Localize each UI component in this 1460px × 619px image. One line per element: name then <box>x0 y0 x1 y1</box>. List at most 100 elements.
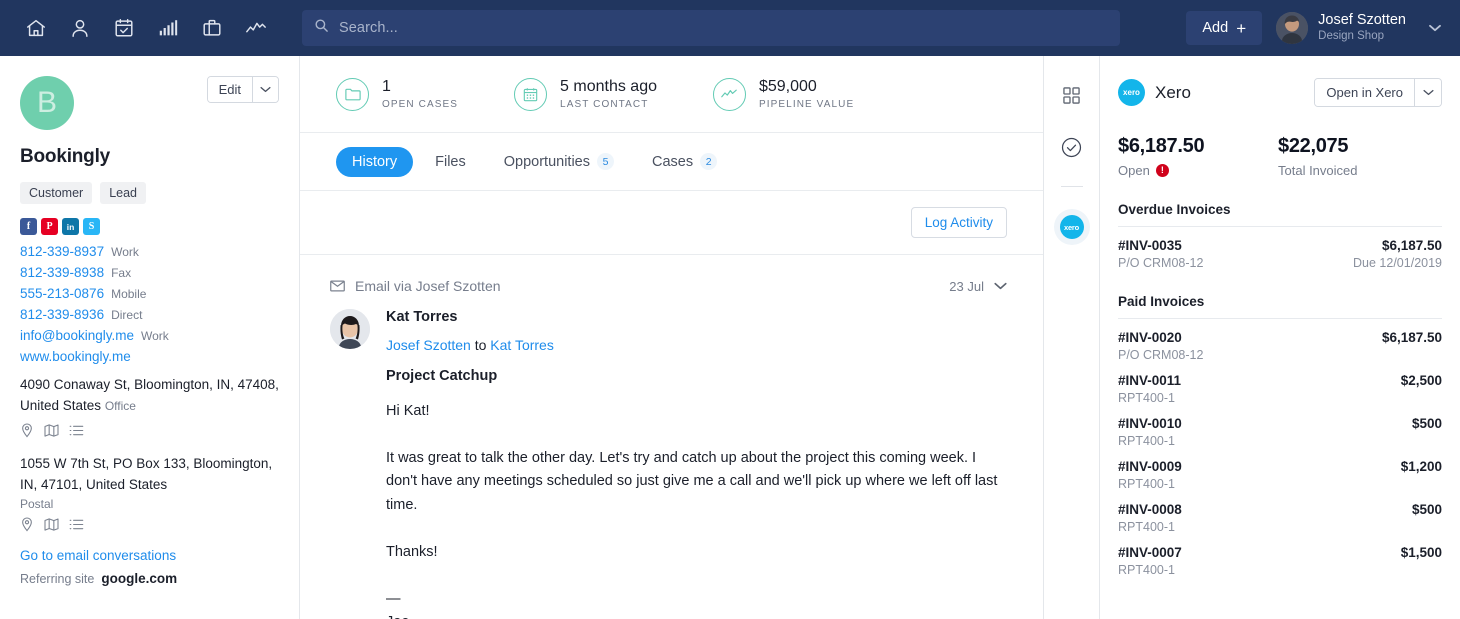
search-input[interactable]: Search... <box>302 10 1120 46</box>
list-item[interactable]: #INV-0011 RPT400-1 $2,500 <box>1118 362 1442 405</box>
invoice-left: #INV-0009 RPT400-1 <box>1118 459 1182 491</box>
calendar-check-icon[interactable] <box>102 6 146 50</box>
contact-row-mobile: 555-213-0876 Mobile <box>20 283 279 304</box>
skype-icon[interactable]: S <box>83 218 100 235</box>
tab-history[interactable]: History <box>336 146 414 177</box>
kpi-open-value: $6,187.50 <box>1118 135 1205 157</box>
activity-chevron-down-icon[interactable] <box>994 277 1007 295</box>
open-in-xero-group: Open in Xero <box>1314 78 1442 107</box>
add-button[interactable]: Add + <box>1186 11 1263 45</box>
invoice-left: #INV-0020 P/O CRM08-12 <box>1118 330 1203 362</box>
invoice-id: #INV-0011 <box>1118 373 1182 388</box>
linkedin-icon[interactable]: in <box>62 218 79 235</box>
tab-history-label: History <box>352 153 398 170</box>
list-icon[interactable] <box>69 424 84 437</box>
search-icon <box>314 18 329 38</box>
home-icon[interactable] <box>14 6 58 50</box>
list-item[interactable]: #INV-0035 P/O CRM08-12 $6,187.50 Due 12/… <box>1118 227 1442 270</box>
contact-methods: 812-339-8937 Work 812-339-8938 Fax 555-2… <box>20 241 279 367</box>
invoice-id: #INV-0007 <box>1118 545 1182 560</box>
contact-row-email: info@bookingly.me Work <box>20 325 279 346</box>
tag-lead[interactable]: Lead <box>100 182 146 204</box>
phone-work-label: Work <box>111 245 139 259</box>
activity-toolbar: Log Activity <box>300 191 1043 255</box>
list-item[interactable]: #INV-0009 RPT400-1 $1,200 <box>1118 448 1442 491</box>
list-item[interactable]: #INV-0020 P/O CRM08-12 $6,187.50 <box>1118 319 1442 362</box>
invoice-amount: $6,187.50 <box>1381 330 1442 345</box>
email-route-separator: to <box>474 337 487 353</box>
email-route: Josef Szotten to Kat Torres <box>386 337 1007 353</box>
calendar-icon <box>514 77 548 111</box>
trend-line-icon <box>712 77 746 111</box>
map-pin-icon[interactable] <box>20 423 34 438</box>
stat-pipeline-value-value: $59,000 <box>758 77 817 95</box>
edit-chevron-down-icon[interactable] <box>252 77 278 102</box>
tab-opportunities-label: Opportunities <box>503 153 590 170</box>
phone-work-value[interactable]: 812-339-8937 <box>20 244 104 259</box>
list-item[interactable]: #INV-0007 RPT400-1 $1,500 <box>1118 534 1442 577</box>
invoice-amount: $2,500 <box>1400 373 1442 388</box>
go-to-email-conversations-link[interactable]: Go to email conversations <box>20 548 279 563</box>
phone-fax-value[interactable]: 812-339-8938 <box>20 265 104 280</box>
crm-app: Search... Add + Josef Szotten Design Sho… <box>0 0 1460 619</box>
user-menu-chevron-down-icon[interactable] <box>1424 24 1446 32</box>
paid-invoices-title: Paid Invoices <box>1118 294 1205 309</box>
facebook-icon[interactable]: f <box>20 218 37 235</box>
add-button-label: Add <box>1202 20 1229 36</box>
email-message-body: Hi Kat! It was great to talk the other d… <box>386 403 998 619</box>
activity-header-right: 23 Jul <box>949 277 1007 295</box>
phone-mobile-value[interactable]: 555-213-0876 <box>20 286 104 301</box>
map-book-icon[interactable] <box>44 517 59 532</box>
envelope-icon <box>330 280 345 292</box>
address-postal-line: 1055 W 7th St, PO Box 133, Bloomington, … <box>20 455 273 492</box>
activity-line-icon[interactable] <box>234 6 278 50</box>
rail-divider <box>1060 186 1083 187</box>
log-activity-button[interactable]: Log Activity <box>910 207 1007 238</box>
list-item[interactable]: #INV-0010 RPT400-1 $500 <box>1118 405 1442 448</box>
briefcase-icon[interactable] <box>190 6 234 50</box>
email-sender-name: Kat Torres <box>386 309 458 325</box>
tag-customer[interactable]: Customer <box>20 182 93 204</box>
tab-opportunities[interactable]: Opportunities 5 <box>488 146 630 177</box>
invoice-reference: RPT400-1 <box>1118 563 1175 577</box>
topbar-right-cluster: Add + Josef Szotten Design Shop <box>1186 11 1446 45</box>
list-item[interactable]: #INV-0008 RPT400-1 $500 <box>1118 491 1442 534</box>
open-in-xero-button[interactable]: Open in Xero <box>1315 79 1414 106</box>
list-icon[interactable] <box>69 518 84 531</box>
email-route-to[interactable]: Kat Torres <box>490 337 554 353</box>
website-value[interactable]: www.bookingly.me <box>20 349 131 364</box>
address-office-line: 4090 Conaway St, Bloomington, IN, 47408,… <box>20 377 279 413</box>
email-label: Work <box>141 329 169 343</box>
contact-row-direct: 812-339-8936 Direct <box>20 304 279 325</box>
invoice-reference: P/O CRM08-12 <box>1118 348 1204 362</box>
main-content: 1 OPEN CASES 5 months ago LAST CONTACT $… <box>300 56 1044 619</box>
stat-last-contact-label: LAST CONTACT <box>560 99 649 111</box>
global-search: Search... <box>302 10 1120 46</box>
grid-icon[interactable] <box>1055 78 1089 112</box>
invoice-id: #INV-0009 <box>1118 459 1182 474</box>
search-placeholder-text: Search... <box>339 20 398 36</box>
stat-pipeline-value: $59,000 PIPELINE VALUE <box>712 77 854 111</box>
map-pin-icon[interactable] <box>20 517 34 532</box>
invoice-amount: $1,500 <box>1400 545 1442 560</box>
email-route-from[interactable]: Josef Szotten <box>386 337 471 353</box>
sidebar-header: B Edit <box>20 76 279 130</box>
address-postal-label: Postal <box>20 496 54 511</box>
phone-direct-value[interactable]: 812-339-8936 <box>20 307 104 322</box>
person-icon[interactable] <box>58 6 102 50</box>
invoice-amount: $6,187.50 <box>1381 238 1442 253</box>
pinterest-icon[interactable]: P <box>41 218 58 235</box>
tab-cases[interactable]: Cases 2 <box>636 146 733 177</box>
map-book-icon[interactable] <box>44 423 59 438</box>
xero-integration-icon[interactable]: xero <box>1053 209 1090 245</box>
user-menu[interactable]: Josef Szotten Design Shop <box>1276 12 1406 44</box>
edit-button[interactable]: Edit <box>207 77 252 102</box>
tab-files[interactable]: Files <box>419 147 482 177</box>
open-in-xero-chevron-down-icon[interactable] <box>1414 79 1441 106</box>
email-value[interactable]: info@bookingly.me <box>20 328 134 343</box>
stat-open-cases-text: 1 OPEN CASES <box>382 78 458 110</box>
stats-bar: 1 OPEN CASES 5 months ago LAST CONTACT $… <box>300 56 1043 133</box>
xero-logo-icon: xero <box>1118 79 1145 106</box>
check-circle-icon[interactable] <box>1055 130 1089 164</box>
bar-chart-icon[interactable] <box>146 6 190 50</box>
